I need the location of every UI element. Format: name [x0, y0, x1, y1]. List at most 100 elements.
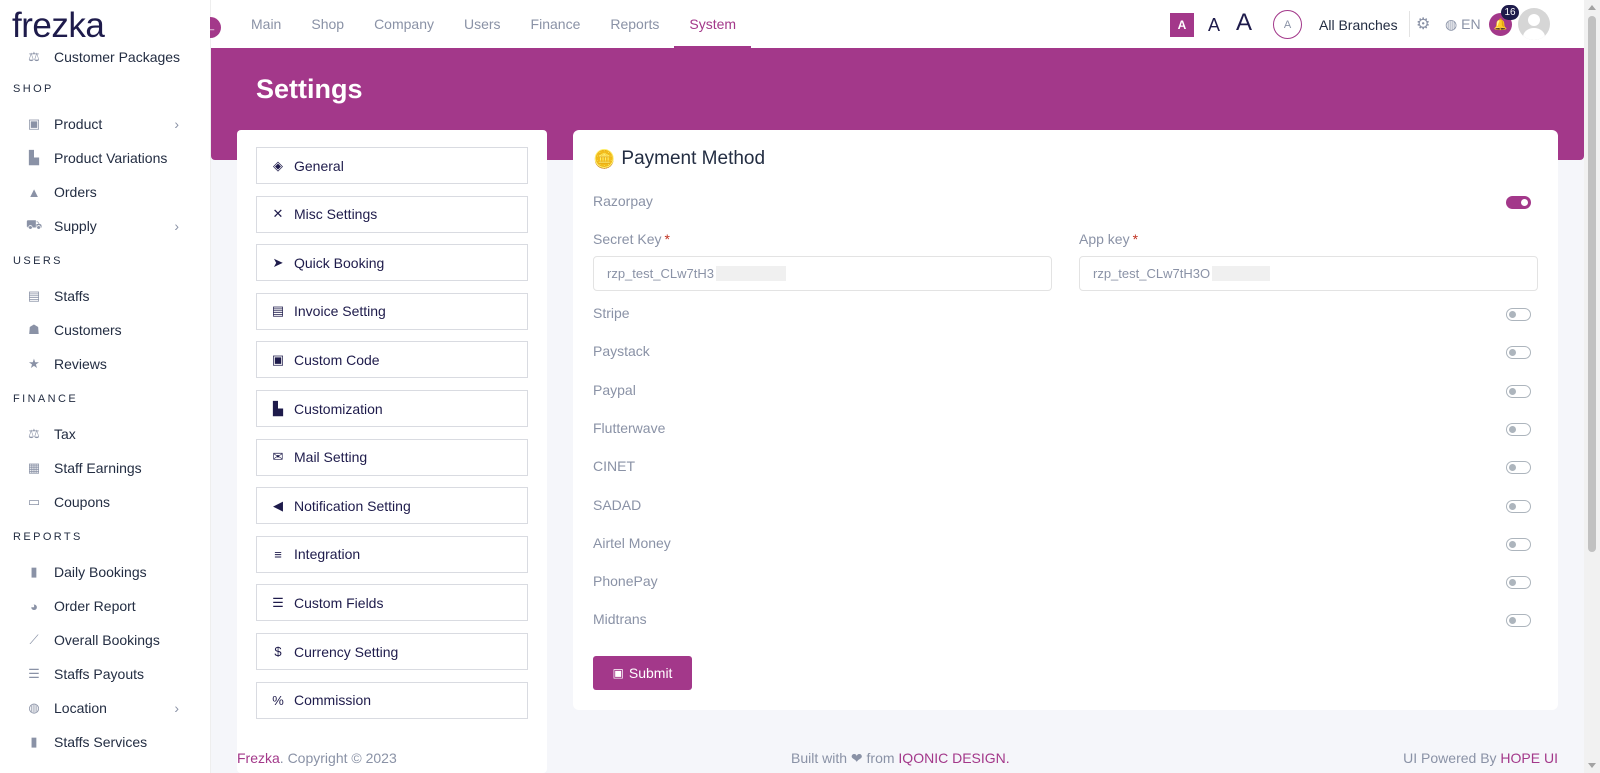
- page-scrollbar[interactable]: [1584, 0, 1600, 773]
- payment-method-airtel-money-toggle[interactable]: [1506, 538, 1531, 551]
- payment-method-midtrans-toggle[interactable]: [1506, 614, 1531, 627]
- nav-tab-system[interactable]: System: [674, 0, 751, 48]
- sidebar-item-staff-earnings[interactable]: ▦ Staff Earnings: [0, 451, 210, 485]
- secret-key-input[interactable]: rzp_test_CLw7tH3: [593, 256, 1052, 291]
- settings-menu-quick-booking[interactable]: ➤ Quick Booking: [256, 244, 528, 282]
- sidebar-section-heading: FINANCE: [13, 393, 79, 405]
- chevron-right-icon: ›: [174, 116, 179, 132]
- sidebar-item-orders[interactable]: ▲ Orders: [0, 175, 210, 209]
- settings-menu-invoice-setting[interactable]: ▤ Invoice Setting: [256, 292, 528, 330]
- sidebar-item-staffs-payouts[interactable]: ☰ Staffs Payouts: [0, 657, 210, 691]
- font-size-large-button[interactable]: A: [1231, 9, 1257, 36]
- font-size-small-button[interactable]: A: [1170, 13, 1194, 37]
- settings-menu-custom-fields[interactable]: ☰ Custom Fields: [256, 584, 528, 622]
- settings-menu-label: General: [294, 157, 344, 174]
- sidebar-item-daily-bookings[interactable]: ▮ Daily Bookings: [0, 555, 210, 589]
- settings-menu-customization[interactable]: ▙ Customization: [256, 390, 528, 427]
- payment-method-sadad-toggle[interactable]: [1506, 500, 1531, 513]
- user-avatar[interactable]: [1518, 8, 1550, 40]
- sidebar-item-location[interactable]: ◍ Location ›: [0, 691, 210, 725]
- sidebar-item-customer-packages[interactable]: ⚖ Customer Packages: [0, 47, 210, 71]
- sidebar-item-reviews[interactable]: ★ Reviews: [0, 347, 210, 381]
- payment-method-razorpay-label: Razorpay: [593, 193, 653, 209]
- app-key-label-text: App key: [1079, 231, 1130, 247]
- nav-tab-company[interactable]: Company: [359, 0, 449, 48]
- sidebar-item-staffs[interactable]: ▤ Staffs: [0, 279, 210, 313]
- branch-avatar[interactable]: A: [1273, 10, 1302, 39]
- sidebar-item-label: Orders: [54, 184, 97, 200]
- id-card-icon: ▤: [27, 288, 41, 303]
- sidebar-item-customers[interactable]: ☗ Customers: [0, 313, 210, 347]
- nav-tab-shop[interactable]: Shop: [296, 0, 359, 48]
- sidebar-item-label: Staffs Payouts: [54, 666, 145, 682]
- pie-chart-icon: ◕: [30, 598, 38, 614]
- payment-method-phonepay-label: PhonePay: [593, 573, 658, 589]
- nav-tab-finance[interactable]: Finance: [516, 0, 596, 48]
- payment-method-flutterwave-toggle[interactable]: [1506, 423, 1531, 436]
- iqonic-link[interactable]: IQONIC DESIGN.: [898, 750, 1009, 766]
- sidebar-item-label: Location: [54, 700, 107, 716]
- settings-menu-currency-setting[interactable]: $ Currency Setting: [256, 633, 528, 670]
- sidebar-item-product-variations[interactable]: ▙ Product Variations: [0, 141, 210, 175]
- clipboard-icon: ▮: [30, 734, 38, 749]
- payment-method-cinet-toggle[interactable]: [1506, 461, 1531, 474]
- hope-ui-link[interactable]: HOPE UI: [1500, 750, 1558, 766]
- nav-tab-reports[interactable]: Reports: [595, 0, 674, 48]
- settings-menu-mail-setting[interactable]: ✉ Mail Setting: [256, 438, 528, 476]
- dollar-icon: $: [274, 644, 282, 659]
- scroll-up-arrow[interactable]: [1588, 5, 1596, 10]
- app-key-input[interactable]: rzp_test_CLw7tH3O: [1079, 256, 1538, 291]
- settings-menu-label: Custom Code: [294, 351, 380, 368]
- tax-icon: ⚖: [28, 426, 40, 441]
- sidebar-item-coupons[interactable]: ▭ Coupons: [0, 485, 210, 519]
- font-size-medium-button[interactable]: A: [1202, 13, 1226, 37]
- footer-built-with: Built with ❤ from IQONIC DESIGN.: [791, 750, 1010, 767]
- settings-menu-custom-code[interactable]: ▣ Custom Code: [256, 341, 528, 379]
- scroll-thumb[interactable]: [1588, 16, 1596, 552]
- megaphone-icon: ◀: [273, 497, 283, 513]
- sidebar-section-heading: REPORTS: [13, 531, 83, 543]
- variations-icon: ▙: [29, 150, 39, 165]
- sidebar-item-order-report[interactable]: ◕ Order Report: [0, 589, 210, 623]
- payment-method-razorpay-toggle[interactable]: [1506, 196, 1531, 209]
- payment-method-paypal-toggle[interactable]: [1506, 385, 1531, 398]
- payment-method-stripe-toggle[interactable]: [1506, 308, 1531, 321]
- nav-tab-main[interactable]: Main: [236, 0, 296, 48]
- sidebar-item-supply[interactable]: ⛟ Supply ›: [0, 209, 210, 243]
- settings-menu-commission[interactable]: % Commission: [256, 681, 528, 719]
- coupon-icon: ▭: [27, 494, 41, 509]
- sidebar-item-overall-bookings[interactable]: ⟋ Overall Bookings: [0, 623, 210, 657]
- sidebar-item-label: Staffs: [54, 288, 90, 304]
- settings-menu-general[interactable]: ◈ General: [256, 147, 528, 184]
- footer-brand-link[interactable]: Frezka: [237, 750, 280, 766]
- branch-selector[interactable]: All Branches: [1319, 17, 1398, 33]
- nav-tab-users[interactable]: Users: [449, 0, 516, 48]
- globe-icon: ◍: [28, 700, 40, 715]
- coins-icon: 🪙: [593, 148, 616, 169]
- sidebar-item-tax[interactable]: ⚖ Tax: [0, 417, 210, 451]
- scroll-down-arrow[interactable]: [1588, 763, 1596, 768]
- sidebar: ⚖ Customer Packages SHOP ▣ Product › ▙ Product …: [0, 0, 211, 773]
- settings-menu-integration[interactable]: ≡ Integration: [256, 535, 528, 573]
- app-key-label: App key *: [1079, 231, 1138, 247]
- payment-method-paystack-toggle[interactable]: [1506, 346, 1531, 359]
- sidebar-item-label: Tax: [54, 426, 76, 442]
- settings-menu-misc-settings[interactable]: ✕ Misc Settings: [256, 195, 528, 233]
- settings-menu-notification-setting[interactable]: ◀ Notification Setting: [256, 487, 528, 525]
- gear-icon[interactable]: ⚙: [1416, 14, 1430, 34]
- payment-method-heading: Payment Method: [621, 148, 766, 169]
- sliders-icon: ≡: [274, 546, 282, 562]
- payment-method-phonepay-toggle[interactable]: [1506, 576, 1531, 589]
- sidebar-item-staffs-services[interactable]: ▮ Staffs Services: [0, 725, 210, 759]
- submit-button[interactable]: ▣ Submit: [593, 656, 692, 690]
- payment-method-stripe-label: Stripe: [593, 305, 630, 321]
- sidebar-item-label: Order Report: [54, 598, 136, 614]
- sidebar-item-product[interactable]: ▣ Product ›: [0, 107, 210, 141]
- language-selector[interactable]: ◍ EN: [1445, 16, 1481, 33]
- built-with-text: Built with ❤ from: [791, 750, 899, 766]
- code-file-icon: ▣: [271, 351, 285, 367]
- footer: Frezka. Copyright © 2023 Built with ❤ fr…: [211, 737, 1584, 773]
- settings-menu-label: Customization: [294, 400, 383, 417]
- app-logo[interactable]: frezka: [12, 6, 210, 50]
- cube-icon: ◈: [273, 157, 283, 173]
